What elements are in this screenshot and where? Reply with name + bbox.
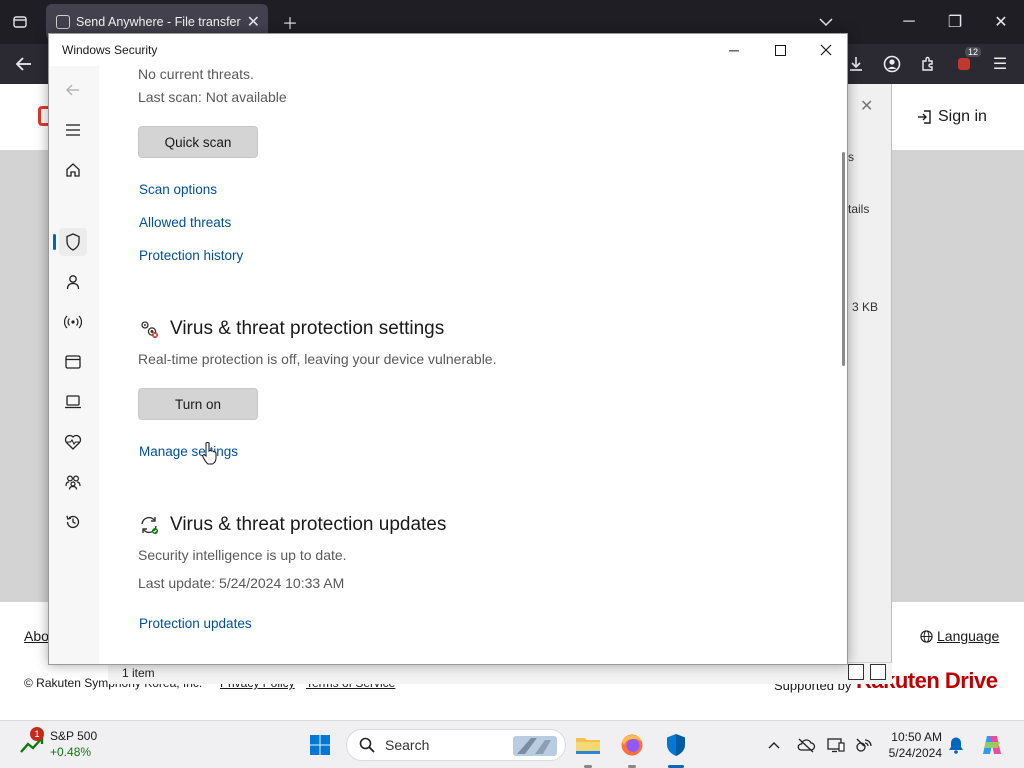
language-label: Language	[937, 628, 1000, 644]
globe-icon	[920, 629, 933, 643]
search-icon	[359, 737, 375, 753]
sign-in-icon	[918, 110, 931, 124]
network-settings-icon[interactable]	[848, 729, 880, 761]
account-icon[interactable]	[878, 50, 906, 78]
settings-section-heading: Virus & threat protection settings	[138, 318, 444, 340]
update-sync-icon	[138, 514, 160, 536]
hamburger-menu-icon[interactable]	[59, 116, 87, 144]
item-count: 1 item	[122, 666, 155, 680]
windows-security-window: Windows Security ─ No current threats. L…	[48, 33, 848, 665]
home-icon[interactable]	[59, 156, 87, 184]
device-security-icon[interactable]	[59, 388, 87, 416]
manage-settings-link[interactable]: Manage settings	[139, 444, 238, 459]
about-link[interactable]: Abo	[24, 628, 49, 644]
new-tab-icon[interactable]: ＋	[276, 8, 304, 36]
stock-change: +0.48%	[50, 745, 92, 759]
window-titlebar: Windows Security ─	[49, 34, 847, 66]
restore-browser-icon[interactable]: ❐	[941, 8, 969, 36]
file-dialog-status-bar: 1 item	[108, 662, 892, 684]
allowed-threats-link[interactable]: Allowed threats	[139, 215, 231, 230]
details-view-icon[interactable]	[848, 664, 864, 680]
active-indicator	[53, 234, 56, 250]
copilot-icon[interactable]	[976, 729, 1008, 761]
search-highlight-icon	[513, 736, 557, 756]
vertical-scrollbar[interactable]	[842, 152, 845, 366]
search-placeholder: Search	[385, 737, 430, 753]
language-link[interactable]: Language	[920, 628, 999, 644]
shield-icon[interactable]	[59, 228, 87, 256]
windows-security-taskbar-icon[interactable]	[660, 729, 692, 761]
hand-cursor-icon	[202, 442, 217, 465]
account-protection-icon[interactable]	[59, 268, 87, 296]
scan-options-link[interactable]: Scan options	[139, 182, 217, 197]
device-health-icon[interactable]	[59, 428, 87, 456]
turn-on-button[interactable]: Turn on	[138, 388, 258, 420]
chevron-down-icon[interactable]	[812, 8, 840, 36]
protection-history-icon[interactable]	[59, 508, 87, 536]
minimize-icon[interactable]: ─	[711, 34, 757, 66]
main-content: No current threats. Last scan: Not avail…	[138, 66, 838, 664]
close-icon[interactable]	[803, 34, 847, 66]
protection-updates-link[interactable]: Protection updates	[139, 616, 252, 631]
file-transfer-dialog: ✕ s tails 3 KB	[848, 84, 892, 684]
firewall-network-icon[interactable]	[59, 308, 87, 336]
last-scan-text: Last scan: Not available	[138, 89, 287, 105]
addon-icon[interactable]: 12	[950, 47, 981, 78]
file-size-fragment: 3 KB	[852, 300, 879, 314]
extensions-icon[interactable]	[914, 50, 942, 78]
intelligence-status-text: Security intelligence is up to date.	[138, 547, 347, 563]
navigation-sidebar	[49, 66, 99, 664]
notification-badge: 12	[964, 47, 981, 57]
quick-scan-button[interactable]: Quick scan	[138, 126, 258, 158]
tiles-view-icon[interactable]	[870, 664, 886, 680]
dialog-tab-fragment: s	[848, 150, 854, 164]
details-fragment: tails	[848, 202, 870, 216]
file-explorer-icon[interactable]	[572, 729, 604, 761]
site-favicon-icon	[56, 15, 70, 29]
settings-icon[interactable]	[59, 660, 87, 664]
cloud-offline-icon[interactable]	[790, 729, 822, 761]
settings-heading-text: Virus & threat protection settings	[170, 318, 445, 339]
minimize-browser-icon[interactable]: ─	[895, 8, 923, 36]
updates-section-heading: Virus & threat protection updates	[138, 514, 446, 536]
close-browser-icon[interactable]: ✕	[987, 8, 1015, 36]
maximize-icon[interactable]	[757, 34, 803, 66]
system-clock[interactable]: 10:50 AM 5/24/2024	[884, 729, 942, 761]
tab-list-icon[interactable]	[6, 8, 34, 36]
app-browser-control-icon[interactable]	[59, 348, 87, 376]
back-arrow-icon[interactable]	[10, 50, 38, 78]
window-title: Windows Security	[62, 43, 158, 57]
back-icon[interactable]	[59, 76, 87, 104]
family-options-icon[interactable]	[59, 468, 87, 496]
sign-in-link[interactable]: Sign in	[916, 108, 987, 126]
clock-date: 5/24/2024	[888, 746, 942, 760]
stock-name[interactable]: S&P 500	[50, 729, 97, 743]
taskbar-search[interactable]: Search	[346, 729, 566, 761]
taskbar: 1 S&P 500 +0.48% Search 10:50 AM 5/24/20…	[0, 720, 1024, 768]
chevron-up-icon[interactable]	[758, 729, 790, 761]
realtime-protection-warning: Real-time protection is off, leaving you…	[138, 351, 497, 367]
updates-heading-text: Virus & threat protection updates	[170, 514, 447, 535]
menu-icon[interactable]: ☰	[986, 50, 1014, 78]
sign-in-label: Sign in	[938, 108, 987, 125]
last-update-text: Last update: 5/24/2024 10:33 AM	[138, 575, 345, 591]
close-dialog-icon[interactable]: ✕	[860, 96, 873, 116]
gear-shield-icon	[138, 318, 160, 340]
bell-icon[interactable]	[940, 729, 972, 761]
clock-time: 10:50 AM	[891, 730, 942, 744]
browser-tab-title: Send Anywhere - File transfer	[76, 15, 241, 29]
threat-status-text: No current threats.	[138, 66, 254, 82]
widget-badge: 1	[30, 727, 44, 741]
protection-history-link[interactable]: Protection history	[139, 248, 243, 263]
firefox-icon[interactable]	[616, 729, 648, 761]
close-tab-icon[interactable]: ✕	[247, 12, 260, 32]
windows-start-icon[interactable]	[304, 729, 336, 761]
